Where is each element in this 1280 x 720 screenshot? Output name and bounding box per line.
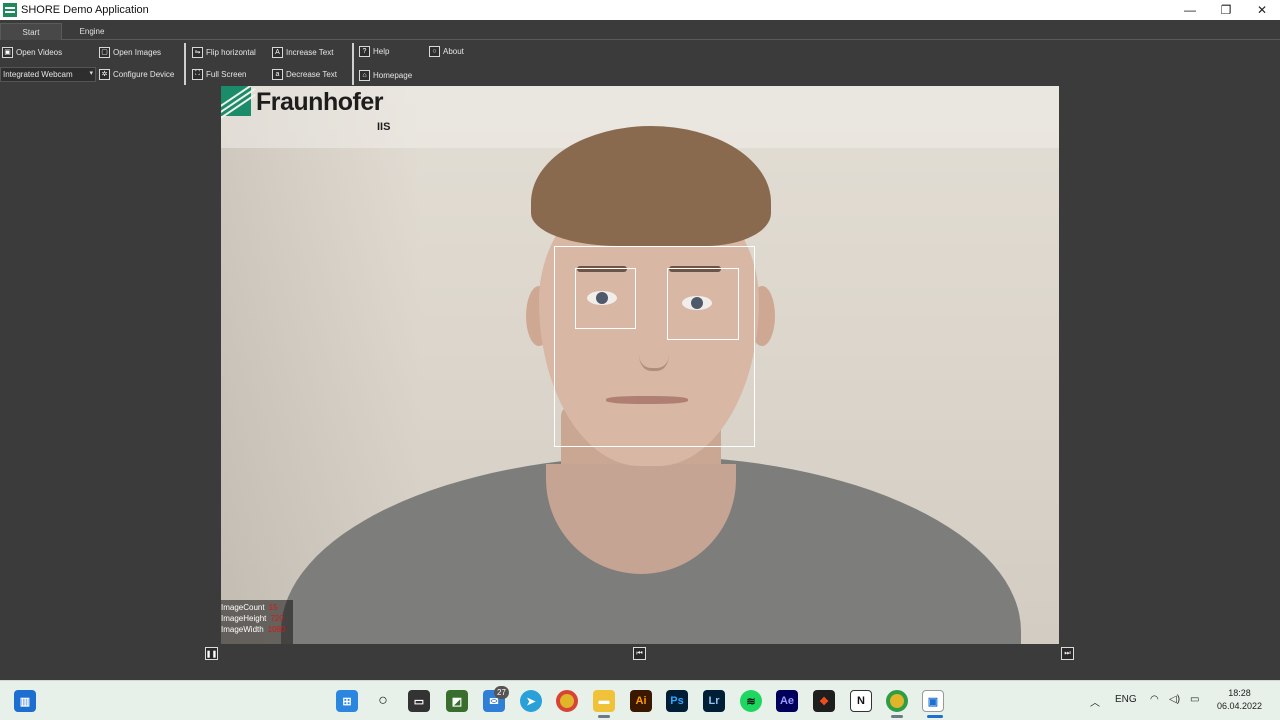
close-button[interactable]: ✕ — [1244, 0, 1280, 20]
about-label: About — [443, 46, 464, 56]
fraunhofer-logo-icon — [221, 86, 256, 121]
image-icon: ▢ — [99, 46, 110, 58]
mail-badge: 27 — [494, 686, 509, 699]
active-indicator — [598, 715, 610, 718]
taskbar: ▥ ⊞ ○ ▭ ◩ ✉ 27 ➤ ▬ Ai Ps Lr ≋ Ae ❖ N ▣ ︿… — [0, 680, 1280, 720]
app-logo-icon — [3, 3, 17, 17]
video-view[interactable]: Fraunhofer IIS ImageCount 15 ImageHeight 7… — [221, 86, 1059, 644]
title-bar: SHORE Demo Application — ❐ ✕ — [0, 0, 1280, 20]
text-increase-icon: A — [272, 46, 283, 58]
open-images-button[interactable]: ▢ Open Images — [99, 45, 161, 59]
ribbon-tabs: Start Engine — [0, 20, 1280, 40]
increase-text-button[interactable]: A Increase Text — [272, 45, 333, 59]
telegram-icon[interactable]: ➤ — [520, 690, 542, 712]
window-controls: — ❐ ✕ — [1172, 0, 1280, 20]
configure-device-button[interactable]: ✲ Configure Device — [99, 67, 174, 81]
full-screen-label: Full Screen — [206, 69, 247, 79]
fullscreen-icon: ⛶ — [192, 68, 203, 80]
gear-icon: ✲ — [99, 68, 110, 80]
figma-icon[interactable]: ❖ — [813, 690, 835, 712]
tab-engine[interactable]: Engine — [62, 23, 122, 40]
configure-device-label: Configure Device — [113, 69, 175, 79]
after-effects-icon[interactable]: Ae — [776, 690, 798, 712]
eye-detection-box — [667, 268, 739, 340]
wifi-icon[interactable]: ◠ — [1150, 694, 1159, 705]
stat-row: ImageCount 15 — [221, 603, 278, 612]
open-videos-label: Open Videos — [16, 47, 63, 57]
restore-button[interactable]: ❐ — [1208, 0, 1244, 20]
previous-button[interactable]: ⏮ — [633, 647, 646, 660]
open-images-label: Open Images — [113, 47, 162, 57]
nvidia-icon[interactable]: ◩ — [446, 690, 468, 712]
eye-detection-box — [575, 268, 636, 329]
logo-name: Fraunhofer — [256, 88, 383, 116]
minimize-button[interactable]: — — [1172, 0, 1208, 20]
notion-icon[interactable]: N — [850, 690, 872, 712]
spotify-icon[interactable]: ≋ — [740, 690, 762, 712]
next-button[interactable]: ⏭ — [1061, 647, 1074, 660]
shore-app-icon[interactable]: ▣ — [922, 690, 944, 712]
flip-horizontal-label: Flip horizontal — [206, 47, 256, 57]
help-icon: ? — [359, 45, 370, 57]
tab-start[interactable]: Start — [0, 23, 62, 40]
chevron-down-icon: ▾ — [89, 70, 93, 77]
chrome-icon[interactable] — [556, 690, 578, 712]
windows-start-icon[interactable]: ⊞ — [336, 690, 358, 712]
homepage-button[interactable]: ⌂ Homepage — [359, 68, 412, 82]
ribbon-toolbar: ▣ Open Videos ▢ Open Images ⇋ Flip horiz… — [0, 41, 1280, 87]
stats-overlay: ImageCount 15 ImageHeight 720 ImageWidth 10… — [221, 602, 285, 635]
photoshop-icon[interactable]: Ps — [666, 690, 688, 712]
stat-row: ImageHeight 720 — [221, 614, 284, 623]
about-button[interactable]: ○ About — [429, 44, 464, 58]
home-icon: ⌂ — [359, 69, 370, 81]
active-indicator — [891, 715, 903, 718]
text-decrease-icon: a — [272, 68, 283, 80]
file-explorer-icon[interactable]: ▬ — [593, 690, 615, 712]
clock[interactable]: 18:28 06.04.2022 — [1217, 687, 1262, 713]
ribbon-divider — [184, 43, 186, 85]
stat-row: ImageWidth 1080 — [221, 625, 286, 634]
logo-subtitle: IIS — [377, 121, 391, 133]
flip-icon: ⇋ — [192, 46, 203, 58]
full-screen-button[interactable]: ⛶ Full Screen — [192, 67, 246, 81]
open-videos-button[interactable]: ▣ Open Videos — [2, 45, 62, 59]
window-title: SHORE Demo Application — [21, 4, 149, 16]
lightroom-icon[interactable]: Lr — [703, 690, 725, 712]
clock-time: 18:28 — [1228, 688, 1251, 698]
language-indicator[interactable]: ENG — [1115, 694, 1137, 705]
task-view-icon[interactable]: ▭ — [408, 690, 430, 712]
info-icon: ○ — [429, 45, 440, 57]
chrome-icon[interactable] — [886, 690, 908, 712]
decrease-text-label: Decrease Text — [286, 69, 337, 79]
device-select-value: Integrated Webcam — [3, 70, 73, 79]
increase-text-label: Increase Text — [286, 47, 334, 57]
volume-icon[interactable]: ◁) — [1169, 694, 1180, 705]
search-icon[interactable]: ○ — [372, 690, 394, 712]
clock-date: 06.04.2022 — [1216, 701, 1262, 711]
help-button[interactable]: ? Help — [359, 44, 389, 58]
pause-button[interactable]: ❚❚ — [205, 647, 218, 660]
film-icon: ▣ — [2, 46, 13, 58]
ribbon-divider — [352, 43, 354, 85]
battery-icon[interactable]: ▭ — [1190, 694, 1199, 705]
homepage-label: Homepage — [373, 70, 413, 80]
chevron-up-icon[interactable]: ︿ — [1090, 694, 1100, 709]
widgets-icon[interactable]: ▥ — [14, 690, 36, 712]
device-select[interactable]: Integrated Webcam ▾ — [0, 67, 96, 82]
help-label: Help — [373, 46, 390, 56]
illustrator-icon[interactable]: Ai — [630, 690, 652, 712]
active-indicator — [927, 715, 943, 718]
decrease-text-button[interactable]: a Decrease Text — [272, 67, 337, 81]
flip-horizontal-button[interactable]: ⇋ Flip horizontal — [192, 45, 256, 59]
